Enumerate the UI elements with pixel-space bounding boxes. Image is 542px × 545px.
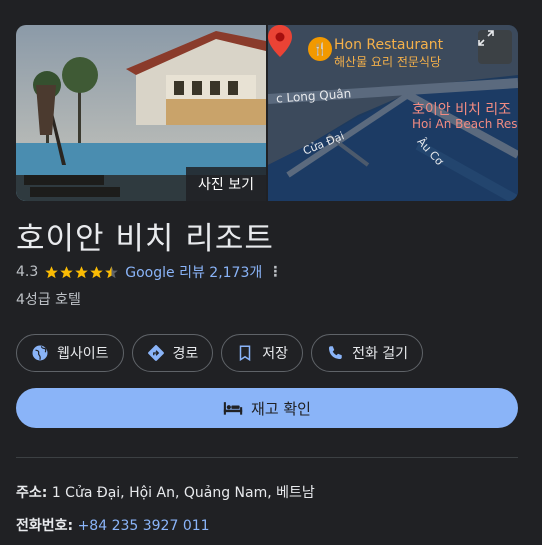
star-icon xyxy=(45,265,59,278)
rating-value: 4.3 xyxy=(16,264,39,280)
star-half-icon xyxy=(105,265,119,278)
save-button[interactable]: 저장 xyxy=(221,334,304,372)
rating-row: 4.3 Google 리뷰 2,173개 ⋮ xyxy=(16,262,282,282)
bed-icon xyxy=(223,402,243,415)
location-pin-icon[interactable] xyxy=(268,25,292,57)
action-chips: 웹사이트 경로 저장 전화 걸기 xyxy=(16,334,424,372)
phone-icon xyxy=(329,346,342,359)
view-photos-button[interactable]: 사진 보기 xyxy=(186,167,266,201)
google-reviews-link[interactable]: Google 리뷰 2,173개 xyxy=(125,262,262,282)
address-row: 주소: 1 Cửa Đại, Hội An, Quảng Nam, 베트남 xyxy=(16,482,315,502)
directions-button-label: 경로 xyxy=(172,346,199,362)
website-button[interactable]: 웹사이트 xyxy=(16,334,124,372)
save-button-label: 저장 xyxy=(262,346,289,362)
address-label: 주소: xyxy=(16,485,48,501)
map-expand-button[interactable] xyxy=(478,30,512,64)
check-availability-button[interactable]: 재고 확인 xyxy=(16,388,518,428)
address-value: 1 Cửa Đại, Hội An, Quảng Nam, 베트남 xyxy=(51,485,315,501)
bookmark-icon xyxy=(240,345,251,362)
map-poi-hotel-name[interactable]: 호이안 비치 리조 xyxy=(412,99,511,119)
section-divider xyxy=(16,457,518,458)
star-icon xyxy=(90,265,104,278)
star-rating xyxy=(44,265,119,280)
check-availability-label: 재고 확인 xyxy=(251,399,311,418)
call-button[interactable]: 전화 걸기 xyxy=(311,334,424,372)
expand-icon xyxy=(478,30,494,46)
star-icon xyxy=(60,265,74,278)
more-options-icon[interactable]: ⋮ xyxy=(268,264,282,280)
directions-button[interactable]: 경로 xyxy=(131,334,214,372)
map-poi-restaurant-category: 해산물 요리 전문식당 xyxy=(334,55,441,69)
call-button-label: 전화 걸기 xyxy=(352,346,409,362)
map-poi-hotel-subtitle: Hoi An Beach Resor xyxy=(412,117,518,131)
phone-label: 전화번호: xyxy=(16,518,74,534)
place-title: 호이안 비치 리조트 xyxy=(16,221,274,257)
globe-icon xyxy=(32,345,48,361)
place-category: 4성급 호텔 xyxy=(16,292,81,308)
directions-icon xyxy=(147,345,164,361)
restaurant-icon[interactable]: 🍴 xyxy=(308,37,332,61)
map-poi-restaurant-name[interactable]: Hon Restaurant xyxy=(334,37,443,53)
location-map[interactable]: 🍴 Hon Restaurant 해산물 요리 전문식당 c Long Quân… xyxy=(268,25,518,201)
phone-number-link[interactable]: +84 235 3927 011 xyxy=(78,518,210,534)
hotel-photo[interactable]: 사진 보기 xyxy=(16,25,266,201)
phone-row: 전화번호: +84 235 3927 011 xyxy=(16,515,210,535)
star-icon xyxy=(75,265,89,278)
website-button-label: 웹사이트 xyxy=(57,346,109,362)
